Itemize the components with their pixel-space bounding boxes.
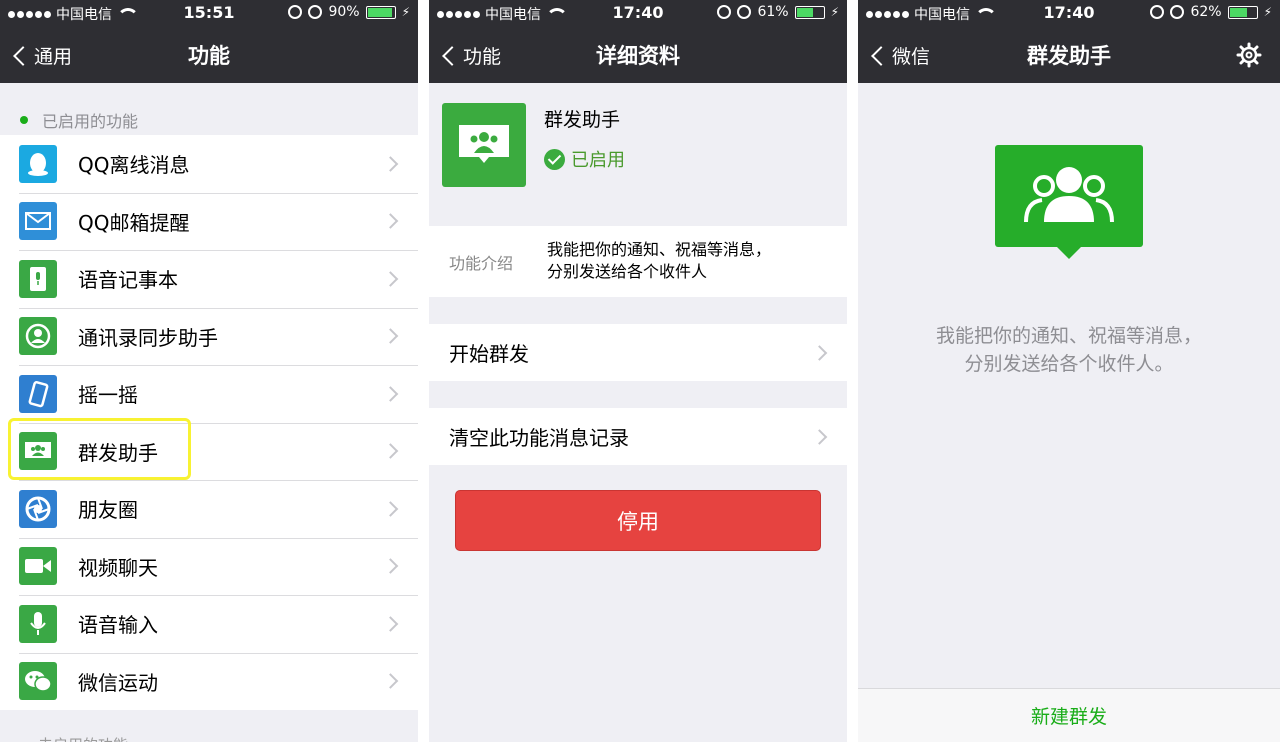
qq-penguin-icon	[19, 144, 57, 183]
new-broadcast-button[interactable]: 新建群发	[858, 688, 1280, 742]
check-circle-icon	[544, 148, 565, 170]
function-item-voice-input[interactable]: 语音输入	[0, 595, 418, 653]
battery-percent: 90%	[328, 4, 360, 20]
alarm-icon	[308, 5, 323, 19]
start-broadcast-cell[interactable]: 开始群发	[429, 324, 847, 381]
profile-header: 群发助手 已启用	[429, 83, 847, 226]
chevron-right-icon	[811, 344, 828, 361]
feature-name: 群发助手	[544, 109, 621, 131]
rotation-lock-icon	[1150, 5, 1165, 19]
contact-sync-icon	[19, 317, 57, 356]
chevron-right-icon	[382, 500, 399, 517]
chevron-right-icon	[382, 385, 399, 402]
section-header-label: 已启用的功能	[42, 112, 139, 131]
highlight-box	[8, 418, 191, 480]
function-item-contact-sync[interactable]: 通讯录同步助手	[0, 307, 418, 366]
intro-section: 功能介绍 我能把你的通知、祝福等消息， 分别发送给各个收件人	[429, 226, 847, 297]
cell-label: 开始群发	[449, 342, 529, 366]
chevron-right-icon	[811, 428, 828, 445]
intro-label: 功能介绍	[449, 254, 514, 273]
battery-icon	[1227, 5, 1258, 19]
chevron-right-icon	[382, 673, 399, 690]
charging-icon: ⚡	[1263, 5, 1272, 19]
battery-icon	[794, 5, 825, 19]
function-item-video-chat[interactable]: 视频聊天	[0, 537, 418, 596]
chevron-right-icon	[382, 213, 399, 230]
function-item-qq-offline[interactable]: QQ离线消息	[0, 135, 418, 193]
rotation-lock-icon	[717, 5, 732, 19]
chevron-right-icon	[382, 328, 399, 345]
page-title: 群发助手	[1027, 44, 1111, 68]
intro-line: 分别发送给各个收件人	[547, 262, 708, 281]
shake-icon	[19, 374, 57, 413]
video-icon	[19, 547, 57, 586]
function-item-voice-note[interactable]: 语音记事本	[0, 250, 418, 308]
intro-text: 我能把你的通知、祝福等消息， 分别发送给各个收件人	[547, 239, 837, 283]
status-label: 已启用	[571, 150, 625, 171]
function-item-moments[interactable]: 朋友圈	[0, 480, 418, 538]
chevron-right-icon	[382, 558, 399, 575]
page-title: 功能	[188, 44, 230, 68]
moments-icon	[19, 489, 57, 528]
status-badge: 已启用	[544, 146, 625, 172]
rotation-lock-icon	[288, 5, 303, 19]
function-item-wechat-sport[interactable]: 微信运动	[0, 652, 418, 711]
section-header-enabled: 已启用的功能	[0, 83, 418, 135]
functions-screen: 中国电信 15:51 90% ⚡ 通用 功能 已启用的功能 QQ离线消息 QQ邮…	[0, 0, 418, 742]
function-item-shake[interactable]: 摇一摇	[0, 365, 418, 423]
nav-bar: 通用 功能	[0, 26, 418, 83]
chevron-right-icon	[382, 443, 399, 460]
battery-icon	[365, 5, 396, 19]
function-item-label: 视频聊天	[78, 555, 158, 580]
battery-percent: 61%	[757, 4, 789, 20]
description: 我能把你的通知、祝福等消息， 分别发送给各个收件人。	[858, 322, 1280, 378]
function-item-label: 语音输入	[78, 613, 158, 638]
function-item-label: QQ离线消息	[78, 153, 190, 178]
disable-button[interactable]: 停用	[455, 490, 821, 551]
mail-icon	[19, 202, 57, 241]
alarm-icon	[737, 5, 752, 19]
charging-icon: ⚡	[830, 5, 839, 19]
broadcast-screen: 中国电信 17:40 62% ⚡ 微信 群发助手 我能把你的通知、祝福等消息， …	[858, 0, 1280, 742]
battery-percent: 62%	[1190, 4, 1222, 20]
nav-bar: 微信 群发助手	[858, 26, 1280, 83]
gear-icon[interactable]	[1236, 42, 1262, 68]
chevron-right-icon	[382, 155, 399, 172]
description-line: 分别发送给各个收件人。	[964, 353, 1174, 375]
status-bar: 中国电信 17:40 61% ⚡	[429, 0, 847, 26]
function-item-label: 朋友圈	[78, 498, 138, 523]
function-item-label: 微信运动	[78, 670, 158, 695]
section-header-disabled: 未启用的功能	[0, 710, 418, 742]
alarm-icon	[1170, 5, 1185, 19]
wechat-sport-icon	[19, 662, 57, 701]
voice-note-icon	[19, 259, 57, 298]
function-item-label: 摇一摇	[78, 383, 138, 408]
chevron-right-icon	[382, 270, 399, 287]
green-dot-icon	[20, 116, 28, 124]
cell-label: 清空此功能消息记录	[449, 426, 629, 450]
mic-icon	[19, 604, 57, 643]
function-item-label: 语音记事本	[78, 268, 178, 293]
intro-line: 我能把你的通知、祝福等消息，	[547, 240, 772, 259]
page-title: 详细资料	[596, 44, 680, 68]
chevron-right-icon	[382, 615, 399, 632]
nav-bar: 功能 详细资料	[429, 26, 847, 83]
function-item-label: QQ邮箱提醒	[78, 210, 190, 235]
function-item-qq-mail[interactable]: QQ邮箱提醒	[0, 192, 418, 251]
clear-history-cell[interactable]: 清空此功能消息记录	[429, 408, 847, 465]
broadcast-icon	[995, 145, 1143, 259]
detail-screen: 中国电信 17:40 61% ⚡ 功能 详细资料 群发助手 已启用 功能介绍 我…	[429, 0, 847, 742]
status-bar: 中国电信 17:40 62% ⚡	[858, 0, 1280, 26]
broadcast-icon	[442, 103, 526, 187]
function-item-label: 通讯录同步助手	[78, 325, 218, 350]
description-line: 我能把你的通知、祝福等消息，	[935, 325, 1202, 347]
charging-icon: ⚡	[401, 5, 410, 19]
status-bar: 中国电信 15:51 90% ⚡	[0, 0, 418, 26]
